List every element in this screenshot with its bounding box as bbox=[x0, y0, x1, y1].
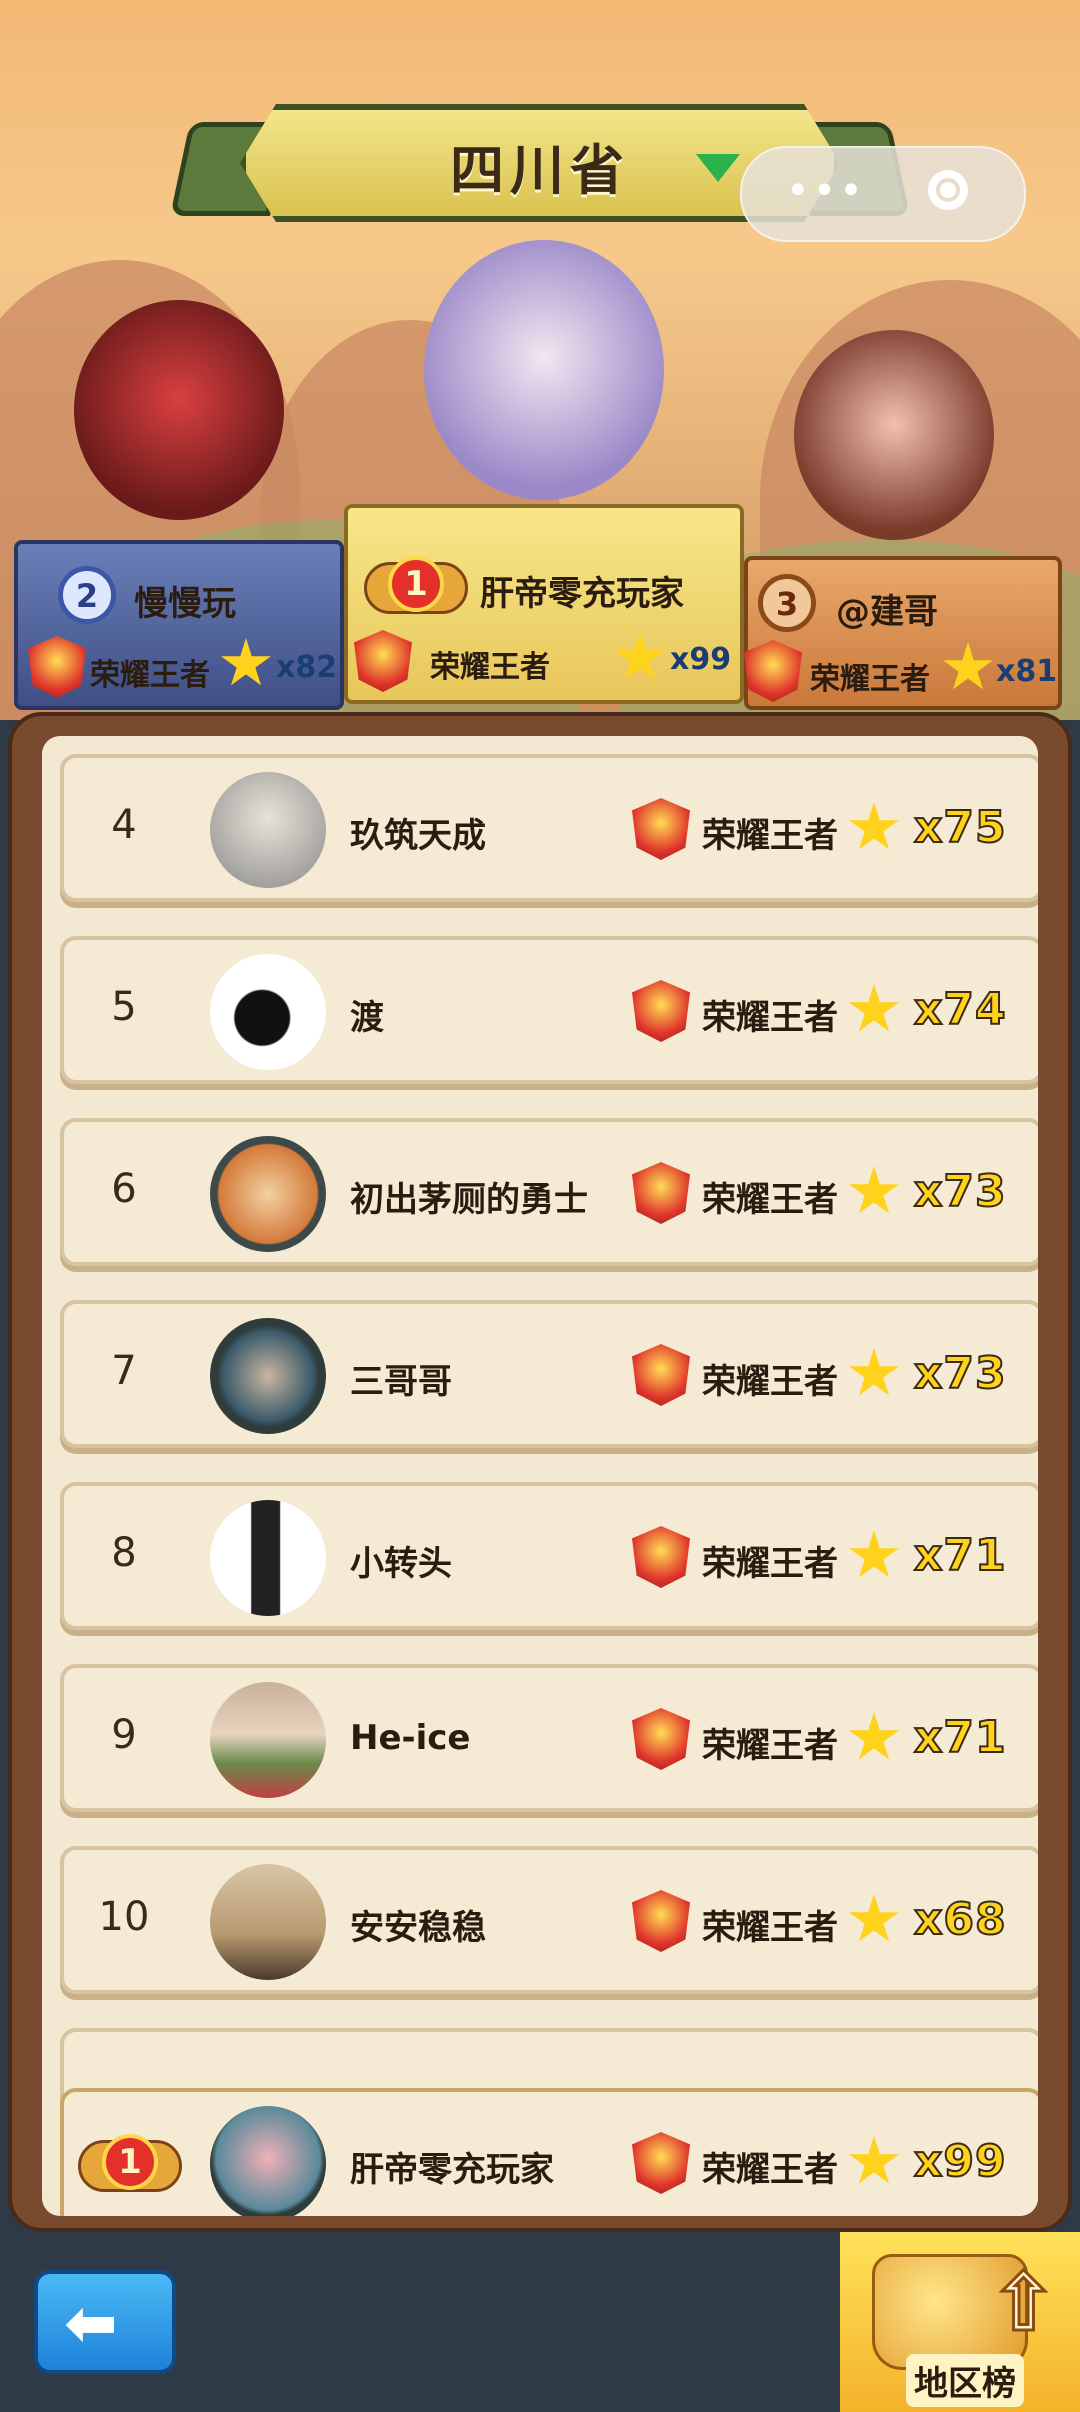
star-icon bbox=[849, 2136, 899, 2184]
rank-emblem-icon bbox=[632, 980, 690, 1042]
player-name: 渡 bbox=[350, 998, 384, 1038]
rank-1-badge: 1 bbox=[364, 550, 468, 622]
my-rank-badge: 1 bbox=[78, 2128, 182, 2200]
leaderboard-row[interactable]: 4 玖筑天成 荣耀王者 x75 bbox=[60, 754, 1038, 902]
rank-emblem-icon bbox=[632, 1708, 690, 1770]
star-icon bbox=[849, 1712, 899, 1760]
leaderboard-row[interactable]: 7 三哥哥 荣耀王者 x73 bbox=[60, 1300, 1038, 1448]
player-name: 初出茅厕的勇士 bbox=[350, 1180, 588, 1220]
rank-number: 8 bbox=[111, 1530, 137, 1576]
mini-program-capsule: ••• bbox=[740, 146, 1026, 242]
avatar bbox=[210, 1864, 326, 1980]
avatar bbox=[210, 1136, 326, 1252]
avatar bbox=[210, 1500, 326, 1616]
rank-number: 4 bbox=[111, 802, 137, 848]
avatar bbox=[210, 772, 326, 888]
avatar bbox=[210, 1682, 326, 1798]
back-button[interactable]: ⬅ bbox=[34, 2270, 176, 2374]
star-count: x74 bbox=[913, 983, 1007, 1036]
star-count: x75 bbox=[913, 801, 1007, 854]
star-icon bbox=[849, 802, 899, 850]
rank-title: 荣耀王者 bbox=[702, 1362, 838, 1402]
rank-title: 荣耀王者 bbox=[702, 998, 838, 1038]
star-count: x81 bbox=[996, 654, 1058, 689]
leaderboard-row[interactable]: 5 渡 荣耀王者 x74 bbox=[60, 936, 1038, 1084]
rank-number: 9 bbox=[111, 1712, 137, 1758]
star-icon bbox=[849, 1894, 899, 1942]
rank-3-badge: 3 bbox=[758, 574, 816, 632]
back-arrow-icon: ⬅ bbox=[64, 2287, 118, 2361]
leaderboard-list[interactable]: 4 玖筑天成 荣耀王者 x75 5 渡 荣耀王者 x74 6 初出茅厕的勇士 荣… bbox=[42, 736, 1038, 2216]
rank-title: 荣耀王者 bbox=[90, 658, 210, 693]
podium-rank-2[interactable]: 2 慢慢玩 荣耀王者 x82 bbox=[14, 290, 344, 710]
character-avatar bbox=[74, 300, 284, 520]
avatar bbox=[210, 954, 326, 1070]
player-name: 三哥哥 bbox=[350, 1362, 452, 1402]
star-count: x82 bbox=[276, 650, 338, 685]
rank-emblem-icon bbox=[632, 1344, 690, 1406]
rank-emblem-icon bbox=[632, 1890, 690, 1952]
rank-2-badge: 2 bbox=[58, 566, 116, 624]
rank-emblem-icon bbox=[632, 798, 690, 860]
player-name: 安安稳稳 bbox=[350, 1908, 486, 1948]
avatar bbox=[210, 2106, 326, 2216]
podium-rank-1[interactable]: 1 肝帝零充玩家 荣耀王者 x99 bbox=[344, 240, 744, 710]
leaderboard-row[interactable]: 9 He-ice 荣耀王者 x71 bbox=[60, 1664, 1038, 1812]
player-name: 小转头 bbox=[350, 1544, 452, 1584]
rank-title: 荣耀王者 bbox=[702, 2150, 838, 2190]
rank-title: 荣耀王者 bbox=[810, 662, 930, 697]
player-name: 肝帝零充玩家 bbox=[350, 2150, 554, 2190]
player-name: He-ice bbox=[350, 1718, 471, 1758]
rank-number: 10 bbox=[98, 1894, 150, 1940]
dropdown-arrow-icon bbox=[696, 154, 740, 182]
star-icon bbox=[849, 984, 899, 1032]
player-name: 慢慢玩 bbox=[134, 584, 236, 624]
rank-title: 荣耀王者 bbox=[702, 1544, 838, 1584]
avatar bbox=[210, 1318, 326, 1434]
player-name: @建哥 bbox=[836, 592, 938, 632]
star-count: x99 bbox=[913, 2135, 1007, 2188]
rank-title: 荣耀王者 bbox=[702, 1180, 838, 1220]
rank-title: 荣耀王者 bbox=[430, 650, 550, 685]
player-name: 肝帝零充玩家 bbox=[480, 574, 684, 614]
star-count: x71 bbox=[913, 1711, 1007, 1764]
rank-emblem-icon bbox=[632, 2132, 690, 2194]
more-icon[interactable]: ••• bbox=[786, 171, 866, 211]
player-name: 玖筑天成 bbox=[350, 816, 486, 856]
rank-number: 7 bbox=[111, 1348, 137, 1394]
leaderboard-row[interactable]: 10 安安稳稳 荣耀王者 x68 bbox=[60, 1846, 1038, 1994]
rank-title: 荣耀王者 bbox=[702, 1908, 838, 1948]
star-icon bbox=[849, 1166, 899, 1214]
character-avatar bbox=[794, 330, 994, 540]
up-arrow-icon: ⇧ bbox=[988, 2255, 1058, 2351]
star-count: x71 bbox=[913, 1529, 1007, 1582]
star-icon bbox=[849, 1348, 899, 1396]
rank-title: 荣耀王者 bbox=[702, 816, 838, 856]
leaderboard-panel: 4 玖筑天成 荣耀王者 x75 5 渡 荣耀王者 x74 6 初出茅厕的勇士 荣… bbox=[8, 712, 1072, 2232]
region-leaderboard-label: 地区榜 bbox=[906, 2354, 1024, 2407]
region-leaderboard-button[interactable]: ⇧ 地区榜 bbox=[840, 2232, 1080, 2412]
star-count: x99 bbox=[670, 642, 732, 677]
leaderboard-row[interactable]: 6 初出茅厕的勇士 荣耀王者 x73 bbox=[60, 1118, 1038, 1266]
my-rank-row[interactable]: 1 肝帝零充玩家 荣耀王者 x99 bbox=[60, 2088, 1038, 2216]
star-count: x73 bbox=[913, 1165, 1007, 1218]
rank-emblem-icon bbox=[632, 1162, 690, 1224]
rank-number: 5 bbox=[111, 984, 137, 1030]
podium-rank-3[interactable]: 3 @建哥 荣耀王者 x81 bbox=[744, 320, 1062, 710]
leaderboard-row[interactable]: 8 小转头 荣耀王者 x71 bbox=[60, 1482, 1038, 1630]
star-count: x73 bbox=[913, 1347, 1007, 1400]
star-icon bbox=[849, 1530, 899, 1578]
rank-number: 6 bbox=[111, 1166, 137, 1212]
star-count: x68 bbox=[913, 1893, 1007, 1946]
character-avatar bbox=[424, 240, 664, 500]
rank-emblem-icon bbox=[632, 1526, 690, 1588]
rank-title: 荣耀王者 bbox=[702, 1726, 838, 1766]
